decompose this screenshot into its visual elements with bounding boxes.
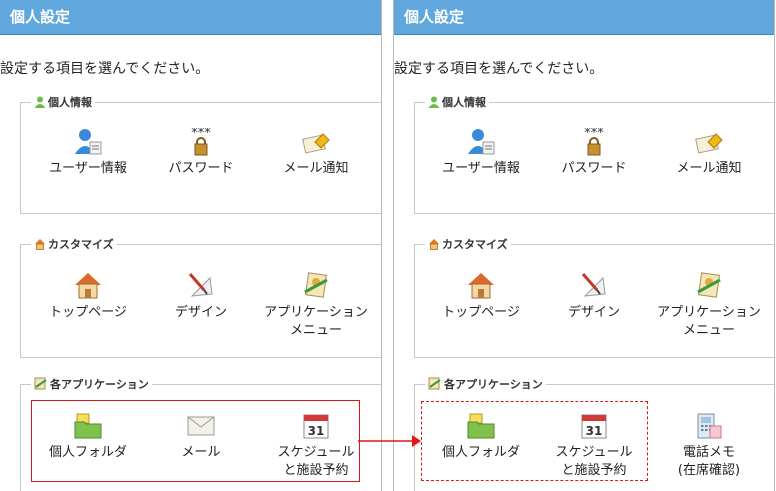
mail-notify-link[interactable]: メール通知 [649, 128, 769, 178]
design-icon [581, 273, 606, 297]
section-title: カスタマイズ [425, 236, 511, 252]
app-menu-link[interactable]: アプリケーション メニュー [256, 270, 376, 340]
app-menu-icon [697, 272, 721, 298]
mail-notify-icon [302, 133, 330, 154]
intro-text: 設定する項目を選んでください。 [394, 61, 604, 77]
password-link[interactable]: *** パスワード [534, 128, 654, 178]
intro-text: 設定する項目を選んでください。 [0, 61, 210, 77]
house-small-icon [429, 239, 439, 250]
top-page-link[interactable]: トップページ [421, 270, 541, 322]
password-link[interactable]: *** パスワード [141, 128, 261, 178]
phone-memo-link[interactable]: 電話メモ (在席確認) [649, 412, 769, 480]
highlight-box-moved [421, 401, 648, 481]
design-link[interactable]: デザイン [141, 270, 261, 322]
house-small-icon [35, 239, 45, 250]
person-icon [34, 96, 46, 108]
section-title: 各アプリケーション [425, 376, 546, 392]
section-title: 個人情報 [425, 94, 489, 110]
mail-notify-link[interactable]: メール通知 [256, 128, 376, 178]
svg-text:***: *** [191, 128, 211, 141]
svg-text:***: *** [584, 128, 604, 141]
highlight-box-original [31, 400, 360, 482]
section-title: 個人情報 [31, 94, 95, 110]
design-link[interactable]: デザイン [534, 270, 654, 322]
apps-small-icon [428, 377, 441, 390]
password-icon: *** [584, 128, 604, 156]
arrow-right-icon [358, 435, 421, 447]
phone-memo-icon [697, 413, 722, 439]
mail-notify-icon [695, 133, 723, 154]
section-title: 各アプリケーション [31, 376, 152, 392]
person-icon [428, 96, 440, 108]
user-info-icon [75, 129, 102, 155]
top-page-link[interactable]: トップページ [28, 270, 148, 322]
section-title: カスタマイズ [31, 236, 117, 252]
app-menu-icon [304, 272, 328, 298]
page-title: 個人設定 [0, 0, 381, 35]
user-info-icon [468, 129, 495, 155]
home-icon [75, 273, 101, 299]
design-icon [188, 273, 213, 297]
page-title: 個人設定 [394, 0, 774, 35]
apps-small-icon [34, 377, 47, 390]
user-info-link[interactable]: ユーザー情報 [421, 128, 541, 178]
password-icon: *** [191, 128, 211, 156]
app-menu-link[interactable]: アプリケーション メニュー [649, 270, 769, 340]
user-info-link[interactable]: ユーザー情報 [28, 128, 148, 178]
home-icon [468, 273, 494, 299]
